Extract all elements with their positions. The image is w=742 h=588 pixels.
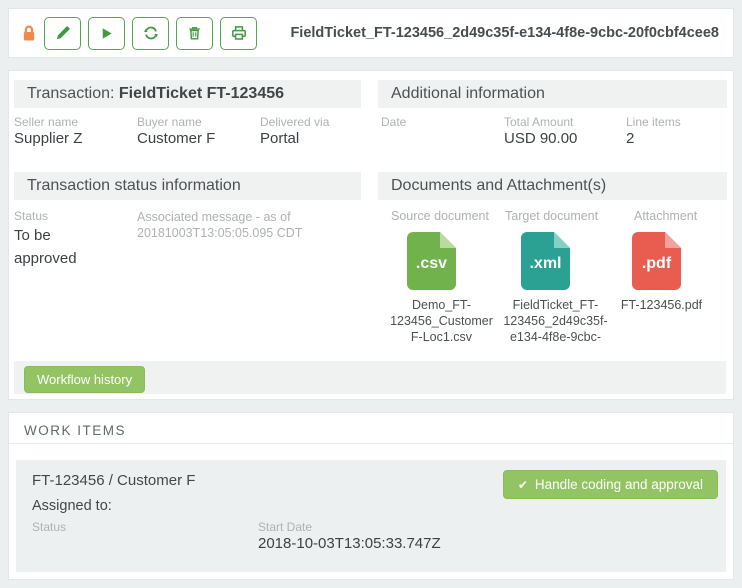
page-fold	[440, 232, 456, 248]
transaction-section-header: Transaction: FieldTicket FT-123456	[14, 80, 361, 108]
total-amount-value: USD 90.00	[504, 130, 577, 147]
attachment-label: Attachment	[634, 209, 714, 223]
delivered-via-value: Portal	[260, 130, 299, 147]
work-items-panel: WORK ITEMS FT-123456 / Customer F ✔ Hand…	[8, 412, 734, 580]
buyer-name-label: Buyer name	[137, 115, 202, 129]
handle-coding-approval-button[interactable]: ✔ Handle coding and approval	[503, 470, 718, 499]
transaction-panel: Transaction: FieldTicket FT-123456 Addit…	[8, 70, 734, 400]
line-items-value: 2	[626, 130, 634, 147]
toolbar: FieldTicket_FT-123456_2d49c35f-e134-4f8e…	[8, 8, 734, 58]
handle-coding-approval-label: Handle coding and approval	[535, 477, 703, 492]
work-items-header: WORK ITEMS	[9, 413, 733, 444]
status-section-header: Transaction status information	[14, 172, 361, 200]
lock-icon	[21, 24, 37, 43]
trash-icon	[187, 25, 202, 41]
seller-name-value: Supplier Z	[14, 130, 82, 147]
check-icon: ✔	[518, 478, 528, 492]
edit-button[interactable]	[44, 17, 81, 50]
line-items-label: Line items	[626, 115, 681, 129]
status-value: To be approved	[14, 224, 112, 270]
buyer-name-value: Customer F	[137, 130, 215, 147]
xml-extension: .xml	[529, 255, 561, 273]
refresh-button[interactable]	[132, 17, 169, 50]
start-date-label: Start Date	[258, 520, 312, 534]
xml-file-icon[interactable]: .xml	[521, 232, 570, 290]
pdf-extension: .pdf	[642, 255, 671, 273]
pdf-file-icon[interactable]: .pdf	[632, 232, 681, 290]
printer-icon	[231, 25, 247, 41]
source-document-filename[interactable]: Demo_FT- 123456_Customer F-Loc1.csv	[384, 297, 499, 345]
target-document-label: Target document	[505, 209, 613, 223]
total-amount-label: Total Amount	[504, 115, 573, 129]
transaction-header-id: FieldTicket FT-123456	[119, 85, 284, 102]
workflow-history-button[interactable]: Workflow history	[24, 366, 145, 393]
associated-message-label: Associated message - as of	[137, 209, 291, 225]
document-title: FieldTicket_FT-123456_2d49c35f-e134-4f8e…	[290, 25, 733, 41]
page-fold	[554, 232, 570, 248]
assigned-to-label: Assigned to:	[32, 498, 112, 514]
pencil-icon	[55, 25, 71, 41]
target-document-filename[interactable]: FieldTicket_FT- 123456_2d49c35f- e134-4f…	[498, 297, 613, 345]
csv-extension: .csv	[416, 255, 447, 273]
work-item-title: FT-123456 / Customer F	[32, 472, 195, 489]
associated-message-timestamp: 20181003T13:05:05.095 CDT	[137, 225, 302, 241]
play-button[interactable]	[88, 17, 125, 50]
play-icon	[99, 26, 114, 41]
csv-file-icon[interactable]: .csv	[407, 232, 456, 290]
delete-button[interactable]	[176, 17, 213, 50]
seller-name-label: Seller name	[14, 115, 78, 129]
attachment-filename[interactable]: FT-123456.pdf	[609, 297, 714, 313]
work-item-status-label: Status	[32, 520, 66, 534]
refresh-icon	[143, 25, 159, 41]
transaction-header-prefix: Transaction:	[27, 85, 119, 102]
source-document-label: Source document	[391, 209, 499, 223]
documents-section-header: Documents and Attachment(s)	[378, 172, 727, 200]
work-item-card: FT-123456 / Customer F ✔ Handle coding a…	[16, 460, 726, 572]
start-date-value: 2018-10-03T13:05:33.747Z	[258, 535, 441, 552]
attachment-document: Attachment .pdf FT-123456.pdf	[609, 209, 714, 313]
status-label: Status	[14, 209, 48, 223]
additional-info-header: Additional information	[378, 80, 727, 108]
print-button[interactable]	[220, 17, 257, 50]
target-document: Target document .xml FieldTicket_FT- 123…	[498, 209, 613, 345]
delivered-via-label: Delivered via	[260, 115, 329, 129]
page-fold	[665, 232, 681, 248]
workflow-history-row: Workflow history	[14, 361, 726, 394]
date-label: Date	[381, 115, 406, 129]
source-document: Source document .csv Demo_FT- 123456_Cus…	[384, 209, 499, 345]
